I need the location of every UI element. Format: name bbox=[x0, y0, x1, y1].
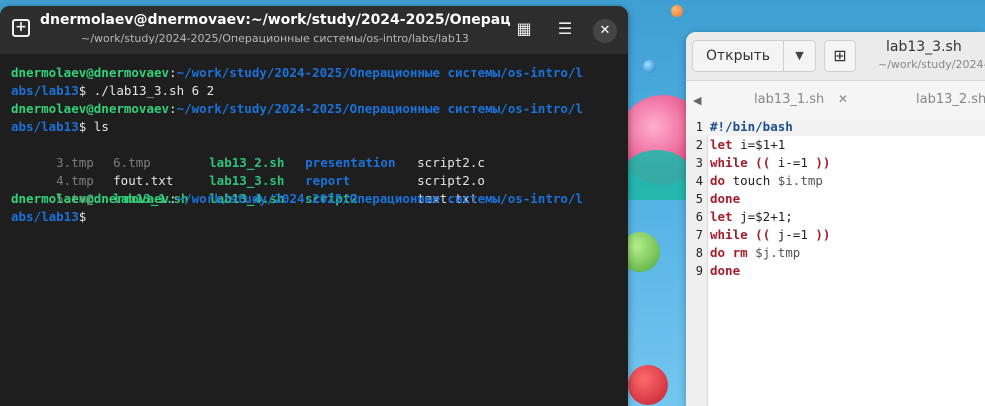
close-tab-icon[interactable]: ✕ bbox=[838, 92, 848, 106]
command-text: ls bbox=[86, 119, 109, 134]
wallpaper-decoration bbox=[671, 5, 683, 17]
wallpaper-decoration bbox=[628, 365, 668, 405]
terminal-window[interactable]: + dnermolaev@dnermovaev:~/work/study/202… bbox=[0, 6, 628, 406]
tab-overview-icon[interactable]: ▦ bbox=[514, 20, 534, 38]
code-line: 5 done bbox=[695, 191, 741, 206]
code-line: 3 while (( i-=1 )) bbox=[695, 155, 831, 170]
editor-tabbar: ◀ lab13_1.sh ✕ lab13_2.sh bbox=[686, 81, 985, 122]
terminal-output[interactable]: dnermolaev@dnermovaev:~/work/study/2024-… bbox=[11, 64, 624, 226]
tab-lab13-2[interactable]: lab13_2.sh bbox=[916, 92, 985, 107]
code-line: 4 do touch $i.tmp bbox=[695, 173, 823, 188]
prompt-line: dnermolaev@dnermovaev:~/work/study/2024-… bbox=[11, 191, 583, 206]
menu-icon[interactable]: ☰ bbox=[555, 20, 575, 38]
terminal-headerbar: + dnermolaev@dnermovaev:~/work/study/202… bbox=[0, 6, 628, 54]
wallpaper-decoration bbox=[622, 150, 692, 200]
new-document-icon[interactable]: ⊞ bbox=[824, 40, 856, 72]
prompt-line: dnermolaev@dnermovaev:~/work/study/2024-… bbox=[11, 101, 583, 116]
code-line: 7 while (( j-=1 )) bbox=[695, 227, 831, 242]
close-icon[interactable]: ✕ bbox=[593, 19, 617, 43]
editor-subtitle: ~/work/study/2024- bbox=[878, 58, 985, 71]
terminal-title: dnermolaev@dnermovaev:~/work/study/2024-… bbox=[40, 12, 510, 28]
prompt-line: dnermolaev@dnermovaev:~/work/study/2024-… bbox=[11, 65, 583, 80]
text-editor-window[interactable]: Открыть ▼ ⊞ lab13_3.sh ~/work/study/2024… bbox=[686, 32, 985, 406]
code-line: 9 done bbox=[695, 263, 741, 278]
editor-title: lab13_3.sh bbox=[886, 39, 962, 55]
open-button[interactable]: Открыть ▼ bbox=[692, 40, 816, 72]
open-button-label[interactable]: Открыть bbox=[693, 41, 784, 71]
new-tab-icon[interactable]: + bbox=[12, 19, 30, 37]
editor-headerbar: Открыть ▼ ⊞ lab13_3.sh ~/work/study/2024… bbox=[686, 32, 985, 81]
code-line: 6 let j=$2+1; bbox=[695, 209, 793, 224]
code-line: 1 #!/bin/bash bbox=[686, 118, 985, 136]
ls-row: 3.tmp 6.tmp lab13_2.sh presentation script2.… bbox=[56, 155, 485, 170]
tab-lab13-1[interactable]: lab13_1.sh bbox=[754, 92, 824, 107]
code-area[interactable]: 1 #!/bin/bash 2 let i=$1+1 3 while (( i-=1 … bbox=[686, 118, 985, 280]
chevron-down-icon[interactable]: ▼ bbox=[784, 41, 815, 71]
scroll-left-icon[interactable]: ◀ bbox=[693, 94, 701, 107]
terminal-subtitle: ~/work/study/2024-2025/Операционные сист… bbox=[81, 32, 469, 45]
wallpaper-decoration bbox=[643, 60, 656, 73]
command-text: ./lab13_3.sh 6 2 bbox=[86, 83, 215, 98]
code-line: 2 let i=$1+1 bbox=[695, 137, 786, 152]
code-line: 8 do rm $j.tmp bbox=[695, 245, 801, 260]
